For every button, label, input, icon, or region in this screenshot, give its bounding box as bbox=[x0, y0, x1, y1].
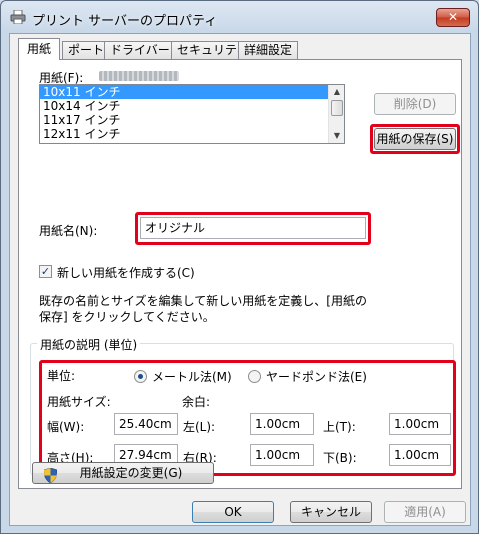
units-label: 単位: bbox=[47, 369, 76, 383]
imperial-label: ヤードポンド法(E) bbox=[266, 370, 367, 384]
list-item[interactable]: 11x17 インチ bbox=[40, 113, 328, 127]
title-bar[interactable]: プリント サーバーのプロパティ ✕ bbox=[1, 1, 478, 33]
scroll-up-icon[interactable]: ▲ bbox=[329, 85, 344, 99]
ok-button[interactable]: OK bbox=[192, 501, 274, 523]
cancel-button[interactable]: キャンセル bbox=[290, 501, 372, 523]
tab-advanced[interactable]: 詳細設定 bbox=[238, 41, 299, 59]
metric-radio[interactable] bbox=[134, 370, 147, 383]
metric-label: メートル法(M) bbox=[152, 370, 232, 384]
top-margin-label: 上(T): bbox=[323, 420, 356, 434]
create-new-form-checkbox[interactable]: ✓ bbox=[39, 265, 52, 278]
description-text-line-2: 保存] をクリックしてください。 bbox=[39, 310, 215, 324]
uac-shield-icon bbox=[44, 468, 57, 483]
window-title: プリント サーバーのプロパティ bbox=[32, 14, 218, 29]
create-new-form-label: 新しい用紙を作成する(C) bbox=[57, 266, 195, 280]
top-margin-input[interactable]: 1.00cm bbox=[389, 413, 451, 435]
margins-label: 余白: bbox=[182, 395, 211, 409]
bottom-margin-label: 下(B): bbox=[323, 451, 357, 465]
delete-button[interactable]: 削除(D) bbox=[374, 93, 456, 115]
bottom-margin-input[interactable]: 1.00cm bbox=[389, 444, 451, 466]
print-server-properties-window: プリント サーバーのプロパティ ✕ 用紙 ポート ドライバー セキュリティ 詳細… bbox=[0, 0, 479, 534]
form-name-label: 用紙名(N): bbox=[39, 224, 98, 238]
dialog-client-area: 用紙 ポート ドライバー セキュリティ 詳細設定 用紙(F): 10x11 イン… bbox=[9, 33, 471, 526]
save-form-button[interactable]: 用紙の保存(S) bbox=[374, 128, 456, 150]
scroll-thumb[interactable] bbox=[331, 100, 343, 116]
imperial-radio[interactable] bbox=[248, 370, 261, 383]
change-form-settings-button[interactable]: 用紙設定の変更(G) bbox=[32, 462, 214, 484]
left-margin-input[interactable]: 1.00cm bbox=[250, 413, 314, 435]
tab-drivers[interactable]: ドライバー bbox=[104, 41, 176, 59]
description-text-line-1: 既存の名前とサイズを編集して新しい用紙を定義し、[用紙の bbox=[39, 294, 367, 308]
close-button[interactable]: ✕ bbox=[436, 8, 470, 27]
tab-forms[interactable]: 用紙 bbox=[18, 38, 61, 60]
redacted-server-name bbox=[99, 71, 179, 81]
printer-icon bbox=[10, 10, 26, 24]
form-name-input[interactable]: オリジナル bbox=[140, 217, 366, 239]
apply-button[interactable]: 適用(A) bbox=[384, 501, 466, 523]
group-title: 用紙の説明 (単位) bbox=[37, 336, 141, 353]
scroll-down-icon[interactable]: ▼ bbox=[329, 129, 344, 143]
left-margin-label: 左(L): bbox=[183, 420, 216, 434]
list-item[interactable]: 10x11 インチ bbox=[40, 85, 328, 99]
paper-size-label: 用紙サイズ: bbox=[47, 395, 111, 409]
right-margin-input[interactable]: 1.00cm bbox=[250, 444, 314, 466]
list-item[interactable]: 10x14 インチ bbox=[40, 99, 328, 113]
paper-listbox[interactable]: 10x11 インチ 10x14 インチ 11x17 インチ 12x11 インチ … bbox=[39, 84, 345, 144]
width-input[interactable]: 25.40cm bbox=[114, 413, 178, 435]
list-scrollbar[interactable]: ▲ ▼ bbox=[328, 85, 344, 143]
tab-ports[interactable]: ポート bbox=[62, 41, 111, 59]
change-form-settings-label: 用紙設定の変更(G) bbox=[79, 466, 183, 480]
width-label: 幅(W): bbox=[47, 420, 85, 434]
list-item[interactable]: 12x11 インチ bbox=[40, 127, 328, 141]
forms-tab-panel: 用紙(F): 10x11 インチ 10x14 インチ 11x17 インチ 12x… bbox=[18, 59, 462, 489]
